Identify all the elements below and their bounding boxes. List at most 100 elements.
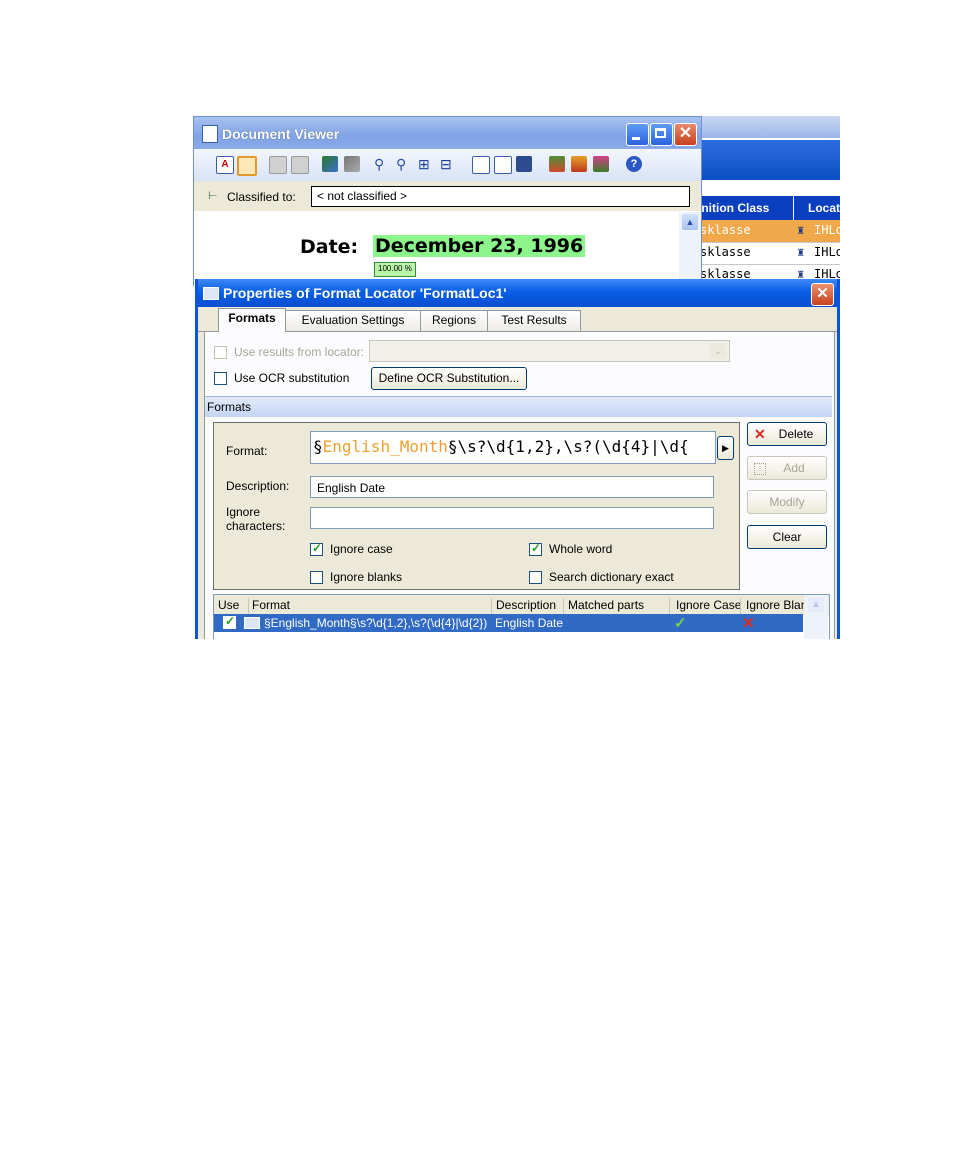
ignore-case-label: Ignore case (330, 542, 393, 556)
clear-button[interactable]: Clear (747, 525, 827, 549)
grid-cell-class: sklasse (700, 223, 751, 237)
document-icon (202, 125, 218, 143)
document-image-area[interactable]: Date: December 23, 1996 100.00 % (194, 212, 679, 287)
format-input[interactable]: §English_Month§\s?\d{1,2},\s?(\d{4}|\d{ (310, 431, 716, 464)
image-mode-icon[interactable] (237, 156, 257, 176)
ignore-characters-input[interactable] (310, 507, 714, 529)
dialog-titlebar[interactable]: Properties of Format Locator 'FormatLoc1… (198, 279, 837, 307)
format-rest: §\s?\d{1,2},\s?(\d{4}|\d{ (447, 437, 689, 456)
modify-button[interactable]: Modify (747, 490, 827, 514)
use-ocr-label: Use OCR substitution (234, 371, 350, 385)
test-icon[interactable] (593, 156, 609, 172)
add-button[interactable]: Add (747, 456, 827, 480)
classified-label: Classified to: (227, 190, 296, 204)
list-scrollbar[interactable]: ▲ (804, 595, 828, 639)
tab-test-results[interactable]: Test Results (487, 310, 581, 331)
zoom-in-icon[interactable]: ⚲ (374, 156, 390, 172)
ignore-blanks-label: Ignore blanks (330, 570, 403, 584)
list-header-matched-parts[interactable]: Matched parts (563, 598, 644, 614)
grid-header-class[interactable]: inition Class (698, 201, 769, 215)
format-expand-button[interactable]: ▶ (717, 436, 734, 460)
ignore-case-checkbox[interactable] (310, 541, 323, 556)
zoom-badge: 100.00 % (374, 262, 416, 277)
rotate-left-icon[interactable] (322, 156, 338, 172)
vertical-scrollbar[interactable]: ▲ (679, 212, 701, 287)
add-label: Add (783, 461, 805, 475)
cross-icon: ✕ (742, 615, 755, 632)
minimize-icon (632, 137, 640, 140)
description-input[interactable]: English Date (310, 476, 714, 498)
row-use-checkbox[interactable] (223, 614, 236, 629)
page-prev-icon[interactable] (269, 156, 287, 174)
locator-icon (203, 287, 219, 300)
document-viewer-titlebar[interactable]: Document Viewer ✕ (194, 117, 701, 149)
scroll-up-icon[interactable]: ▲ (808, 597, 824, 612)
rotate-right-icon[interactable] (344, 156, 360, 172)
page-next-icon[interactable] (291, 156, 309, 174)
minimize-button[interactable] (626, 123, 649, 146)
document-date-highlight[interactable]: December 23, 1996 (373, 235, 586, 257)
properties-dialog: Properties of Format Locator 'FormatLoc1… (195, 279, 840, 639)
grid-cell-class: sklasse (700, 245, 751, 259)
text-mode-icon[interactable]: A (216, 156, 234, 174)
document-viewer-title: Document Viewer (222, 126, 340, 142)
formats-list: Use Format Description Matched parts Ign… (213, 594, 830, 639)
grid-row[interactable]: sklasse ♜ IHLo (690, 242, 840, 265)
close-button[interactable]: ✕ (674, 123, 697, 146)
copy-page-icon[interactable] (472, 156, 490, 174)
tab-evaluation-settings[interactable]: Evaluation Settings (285, 310, 421, 331)
delete-label: Delete (778, 427, 814, 441)
use-ocr-checkbox[interactable] (214, 372, 227, 385)
list-header-ignore-case[interactable]: Ignore Case (669, 598, 741, 614)
classified-field[interactable]: < not classified > (311, 186, 690, 207)
list-header-use[interactable]: Use (218, 598, 239, 612)
grid-cell-locator: IHLo (814, 223, 840, 237)
grid-header-locator[interactable]: Locat (793, 196, 840, 220)
close-icon: ✕ (816, 285, 829, 302)
fit-page-icon[interactable]: ⊞ (418, 156, 434, 172)
ignore-characters-label: Ignore characters: (226, 505, 286, 533)
zoom-out-icon[interactable]: ⚲ (396, 156, 412, 172)
add-icon (754, 463, 766, 475)
format-prefix: § (313, 437, 323, 456)
tab-formats[interactable]: Formats (218, 308, 286, 332)
fit-width-icon[interactable]: ⊟ (440, 156, 456, 172)
whole-word-checkbox[interactable] (529, 541, 542, 556)
maximize-icon (655, 128, 666, 138)
search-dictionary-checkbox[interactable] (529, 571, 542, 584)
list-header-ignore-blanks[interactable]: Ignore Blan (740, 598, 807, 614)
list-header-description[interactable]: Description (491, 598, 556, 614)
format-editor-box: Format: §English_Month§\s?\d{1,2},\s?(\d… (213, 422, 740, 590)
delete-button[interactable]: ✕ Delete (747, 422, 827, 446)
triangle-right-icon: ▶ (722, 443, 729, 453)
use-results-label: Use results from locator: (234, 345, 365, 359)
tab-regions[interactable]: Regions (420, 310, 488, 331)
locator-select[interactable]: ⌄ (369, 340, 730, 362)
search-dictionary-label: Search dictionary exact (549, 570, 674, 584)
document-viewer-window: Document Viewer ✕ A ⚲ ⚲ ⊞ ⊟ ? ⊢ Classifi… (193, 116, 702, 287)
help-icon[interactable]: ? (626, 156, 642, 172)
classification-bar: ⊢ Classified to: < not classified > (194, 181, 701, 211)
define-ocr-button[interactable]: Define OCR Substitution... (371, 367, 527, 390)
grid-row[interactable]: sklasse ♜ IHLo (690, 220, 840, 243)
ignore-blanks-checkbox[interactable] (310, 571, 323, 584)
delete-icon: ✕ (754, 426, 766, 442)
scroll-up-icon[interactable]: ▲ (682, 214, 698, 230)
grid-row[interactable]: sklasse ♜ IHLo (690, 264, 840, 280)
formats-tab-panel: Use results from locator: ⌄ Use OCR subs… (204, 332, 835, 639)
grid-header: inition Class Locat (690, 196, 840, 220)
dialog-close-button[interactable]: ✕ (811, 283, 834, 306)
classify-icon[interactable] (549, 156, 565, 172)
maximize-button[interactable] (650, 123, 673, 146)
use-results-checkbox[interactable] (214, 346, 227, 359)
document-viewer-toolbar: A ⚲ ⚲ ⊞ ⊟ ? (194, 149, 701, 182)
grid-cell-locator: IHLo (814, 245, 840, 259)
paste-page-icon[interactable] (494, 156, 512, 174)
list-header-format[interactable]: Format (248, 598, 290, 614)
save-icon[interactable] (516, 156, 532, 172)
chevron-down-icon: ⌄ (710, 343, 726, 359)
table-row[interactable]: §English_Month§\s?\d{1,2},\s?(\d{4}|\d{2… (214, 614, 803, 632)
extract-icon[interactable] (571, 156, 587, 172)
formats-group-label: Formats (207, 400, 252, 414)
format-highlight: English_Month (322, 437, 448, 456)
